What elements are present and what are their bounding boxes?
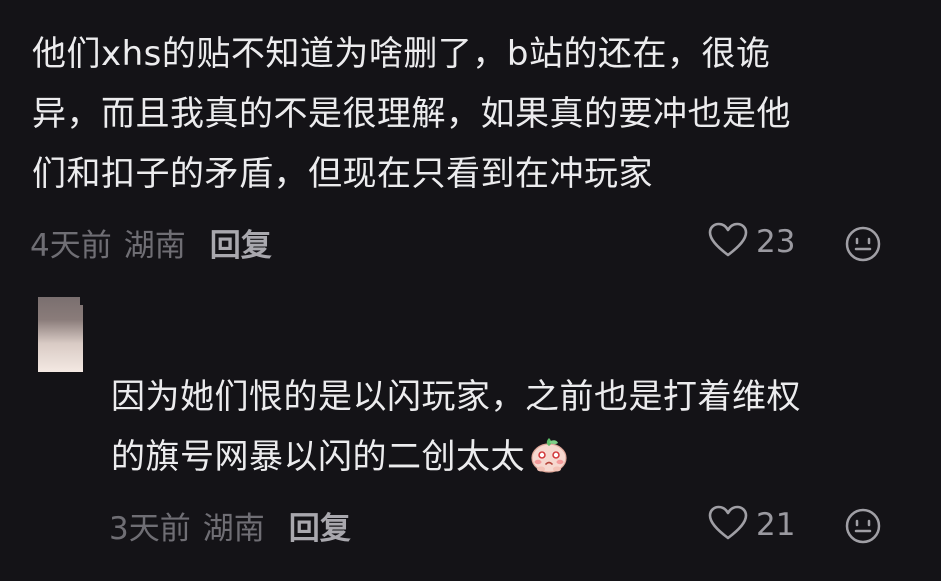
comment-location: 湖南 <box>123 227 186 264</box>
avatar[interactable] <box>38 297 86 372</box>
comment-time: 4天前 <box>30 227 112 264</box>
avatar-notch <box>80 297 86 305</box>
comment-location: 湖南 <box>202 510 265 547</box>
reply-button[interactable]: 回复 <box>210 220 272 265</box>
comment-text: 因为她们恨的是以闪玩家，之前也是打着维权 的旗号网暴以闪的二创太太 <box>111 367 901 493</box>
heart-outline-icon <box>708 222 748 262</box>
like-count: 23 <box>756 224 796 260</box>
reply-button[interactable]: 回复 <box>289 503 351 548</box>
smile-face-icon[interactable] <box>845 226 881 266</box>
smile-face-icon[interactable] <box>845 508 881 548</box>
comment-time: 3天前 <box>109 510 191 547</box>
like-button[interactable]: 21 <box>708 505 795 545</box>
comment-meta: 4天前 湖南 回复 <box>30 220 272 265</box>
comment-text: 他们xhs的贴不知道为啥删了，b站的还在，很诡 异，而且我真的不是很理解，如果真… <box>32 34 791 194</box>
blushing-peach-sticker-icon <box>529 433 569 493</box>
like-count: 21 <box>756 507 796 543</box>
heart-outline-icon <box>708 505 748 545</box>
like-button[interactable]: 23 <box>708 222 795 262</box>
comment-meta: 3天前 湖南 回复 <box>109 503 351 548</box>
comment-text-body: 因为她们恨的是以闪玩家，之前也是打着维权 的旗号网暴以闪的二创太太 <box>111 377 801 477</box>
